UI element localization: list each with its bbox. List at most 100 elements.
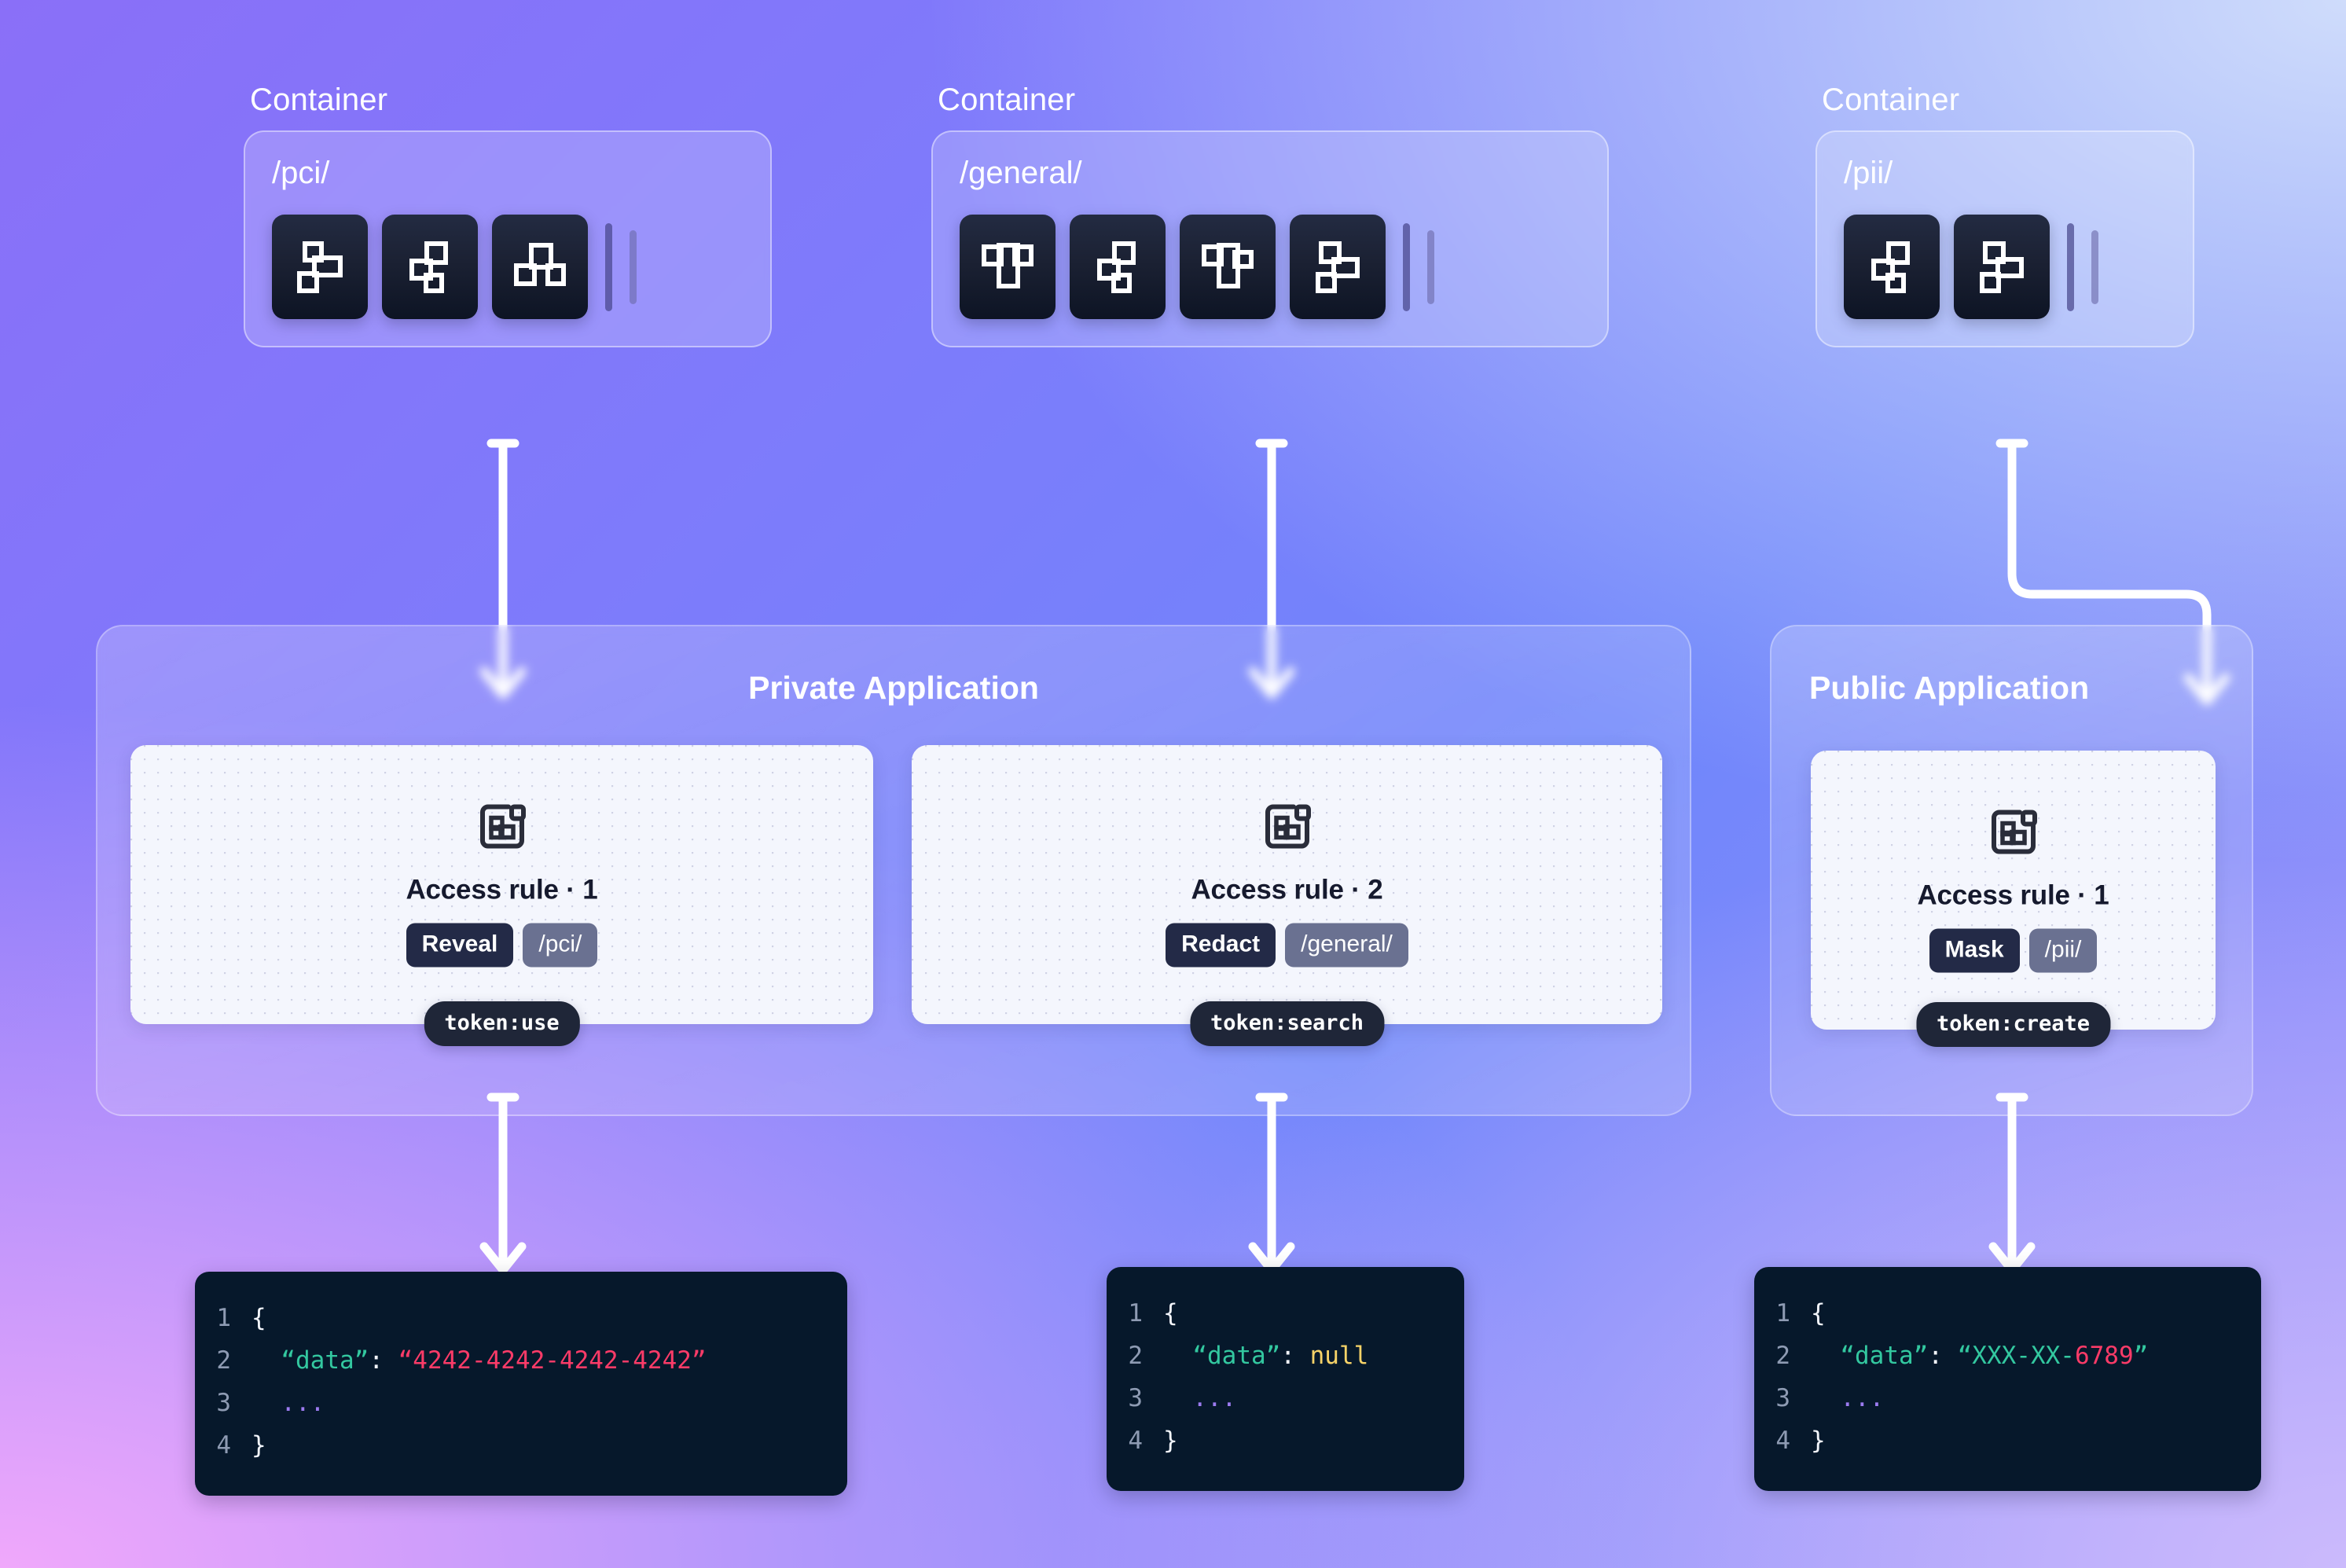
code-token: : bbox=[1280, 1342, 1310, 1370]
public-application-title: Public Application bbox=[1809, 670, 2090, 706]
code-line-number: 4 bbox=[216, 1431, 231, 1460]
code-line-number: 1 bbox=[1128, 1299, 1143, 1327]
access-rule-icon bbox=[479, 802, 526, 854]
code-token: : bbox=[369, 1346, 398, 1375]
container-group-pii: Container /pii/ bbox=[1815, 83, 2201, 347]
rule-card-public-access-rule-1[interactable]: Access rule · 1 Mask /pii/ token:create bbox=[1811, 751, 2216, 1047]
code-token: { bbox=[1811, 1299, 1826, 1327]
code-token: } bbox=[251, 1431, 266, 1460]
rule-title: Access rule · 2 bbox=[1191, 874, 1383, 905]
code-line-number: 4 bbox=[1128, 1427, 1143, 1455]
code-line: 4} bbox=[195, 1424, 847, 1467]
stacked-tile-edge bbox=[1427, 230, 1434, 304]
code-token: “data” bbox=[251, 1346, 369, 1375]
code-token: ... bbox=[1163, 1384, 1237, 1412]
code-token: “XXX-XX- bbox=[1957, 1342, 2075, 1370]
tile-row bbox=[272, 215, 743, 319]
rule-scope-chip[interactable]: /pci/ bbox=[523, 923, 598, 967]
code-line-number: 3 bbox=[1128, 1384, 1143, 1412]
container-path-label: /pii/ bbox=[1844, 156, 1893, 190]
rule-card-content: Access rule · 2 Redact /general/ bbox=[912, 802, 1662, 967]
data-tile[interactable] bbox=[1954, 215, 2050, 319]
code-line: 3 ... bbox=[1754, 1377, 2261, 1419]
code-line: 1{ bbox=[195, 1297, 847, 1339]
code-token: 6789 bbox=[2074, 1342, 2134, 1370]
private-application-title: Private Application bbox=[748, 670, 1039, 706]
code-token: } bbox=[1163, 1427, 1178, 1455]
data-tile[interactable] bbox=[1180, 215, 1276, 319]
container-path-label: /general/ bbox=[960, 156, 1082, 190]
rule-title: Access rule · 1 bbox=[1917, 879, 2109, 910]
code-token: { bbox=[251, 1304, 266, 1332]
token-scope-pill[interactable]: token:search bbox=[1189, 1001, 1385, 1046]
rule-scope-chip[interactable]: /general/ bbox=[1285, 923, 1408, 967]
code-line-number: 2 bbox=[216, 1346, 231, 1375]
code-line: 2 “data”: “XXX-XX- 6789” bbox=[1754, 1335, 2261, 1377]
rule-card-access-rule-1[interactable]: Access rule · 1 Reveal /pci/ token:use bbox=[130, 745, 873, 1046]
output-code-block-3: 1{2 “data”: “XXX-XX- 6789” 3 ... 4} bbox=[1754, 1267, 2261, 1491]
code-token: } bbox=[1811, 1427, 1826, 1455]
code-token: “4242-4242-4242-4242” bbox=[398, 1346, 707, 1375]
tile-row bbox=[960, 215, 1581, 319]
rule-chip-row: Mask /pii/ bbox=[1929, 928, 2098, 972]
code-line: 1{ bbox=[1107, 1292, 1464, 1335]
code-line: 2 “data”: “4242-4242-4242-4242” bbox=[195, 1339, 847, 1382]
container-panel-pci[interactable]: /pci/ bbox=[244, 130, 772, 347]
container-path-label: /pci/ bbox=[272, 156, 330, 190]
code-line: 1{ bbox=[1754, 1292, 2261, 1335]
code-line: 4} bbox=[1754, 1419, 2261, 1462]
code-line-number: 1 bbox=[216, 1304, 231, 1332]
rule-chip-row: Redact /general/ bbox=[1166, 923, 1408, 967]
rule-scope-chip[interactable]: /pii/ bbox=[2028, 928, 2098, 972]
output-code-block-2: 1{2 “data”: null 3 ... 4} bbox=[1107, 1267, 1464, 1491]
token-scope-pill[interactable]: token:use bbox=[424, 1001, 580, 1046]
arrow-rule1-to-output1 bbox=[472, 1092, 534, 1281]
stacked-tile-edge bbox=[2091, 230, 2098, 304]
data-tile[interactable] bbox=[1070, 215, 1166, 319]
data-tile[interactable] bbox=[382, 215, 478, 319]
arrow-rule2-to-output2 bbox=[1240, 1092, 1303, 1281]
code-token: ... bbox=[251, 1389, 325, 1417]
diagram-canvas: Container /pci/ Container /general/ Cont… bbox=[0, 0, 2346, 1568]
code-line-number: 1 bbox=[1775, 1299, 1790, 1327]
token-scope-pill[interactable]: token:create bbox=[1915, 1002, 2111, 1047]
code-token: “data” bbox=[1811, 1342, 1929, 1370]
code-line-number: 3 bbox=[216, 1389, 231, 1417]
access-rule-icon bbox=[1264, 802, 1311, 854]
rule-chip-row: Reveal /pci/ bbox=[406, 923, 598, 967]
code-token: ... bbox=[1811, 1384, 1885, 1412]
code-token: “data” bbox=[1163, 1342, 1281, 1370]
stacked-tile-edge bbox=[1403, 222, 1410, 311]
data-tile[interactable] bbox=[1290, 215, 1386, 319]
container-panel-pii[interactable]: /pii/ bbox=[1815, 130, 2194, 347]
rule-action-chip[interactable]: Redact bbox=[1166, 923, 1276, 967]
container-group-pci: Container /pci/ bbox=[244, 83, 778, 347]
container-caption: Container bbox=[1822, 83, 1960, 117]
data-tile[interactable] bbox=[960, 215, 1056, 319]
code-line: 4} bbox=[1107, 1419, 1464, 1462]
tile-row bbox=[1844, 215, 2166, 319]
code-token: { bbox=[1163, 1299, 1178, 1327]
code-token: null bbox=[1309, 1342, 1369, 1370]
stacked-tile-edge bbox=[605, 222, 612, 311]
container-panel-general[interactable]: /general/ bbox=[931, 130, 1609, 347]
code-line-number: 3 bbox=[1775, 1384, 1790, 1412]
code-line: 2 “data”: null bbox=[1107, 1335, 1464, 1377]
rule-action-chip[interactable]: Mask bbox=[1929, 928, 2020, 972]
rule-action-chip[interactable]: Reveal bbox=[406, 923, 514, 967]
code-line: 3 ... bbox=[195, 1382, 847, 1424]
arrow-rule3-to-output3 bbox=[1981, 1092, 2043, 1281]
data-tile[interactable] bbox=[492, 215, 588, 319]
rule-card-content: Access rule · 1 Mask /pii/ bbox=[1811, 808, 2216, 972]
output-code-block-1: 1{2 “data”: “4242-4242-4242-4242” 3 ... 4} bbox=[195, 1272, 847, 1496]
container-group-general: Container /general/ bbox=[931, 83, 1615, 347]
code-line: 3 ... bbox=[1107, 1377, 1464, 1419]
container-caption: Container bbox=[250, 83, 388, 117]
access-rule-icon bbox=[1990, 808, 2037, 859]
code-line-number: 2 bbox=[1775, 1342, 1790, 1370]
rule-card-access-rule-2[interactable]: Access rule · 2 Redact /general/ token:s… bbox=[912, 745, 1662, 1046]
code-token: : bbox=[1928, 1342, 1958, 1370]
code-token: ” bbox=[2133, 1342, 2149, 1370]
data-tile[interactable] bbox=[272, 215, 368, 319]
data-tile[interactable] bbox=[1844, 215, 1940, 319]
